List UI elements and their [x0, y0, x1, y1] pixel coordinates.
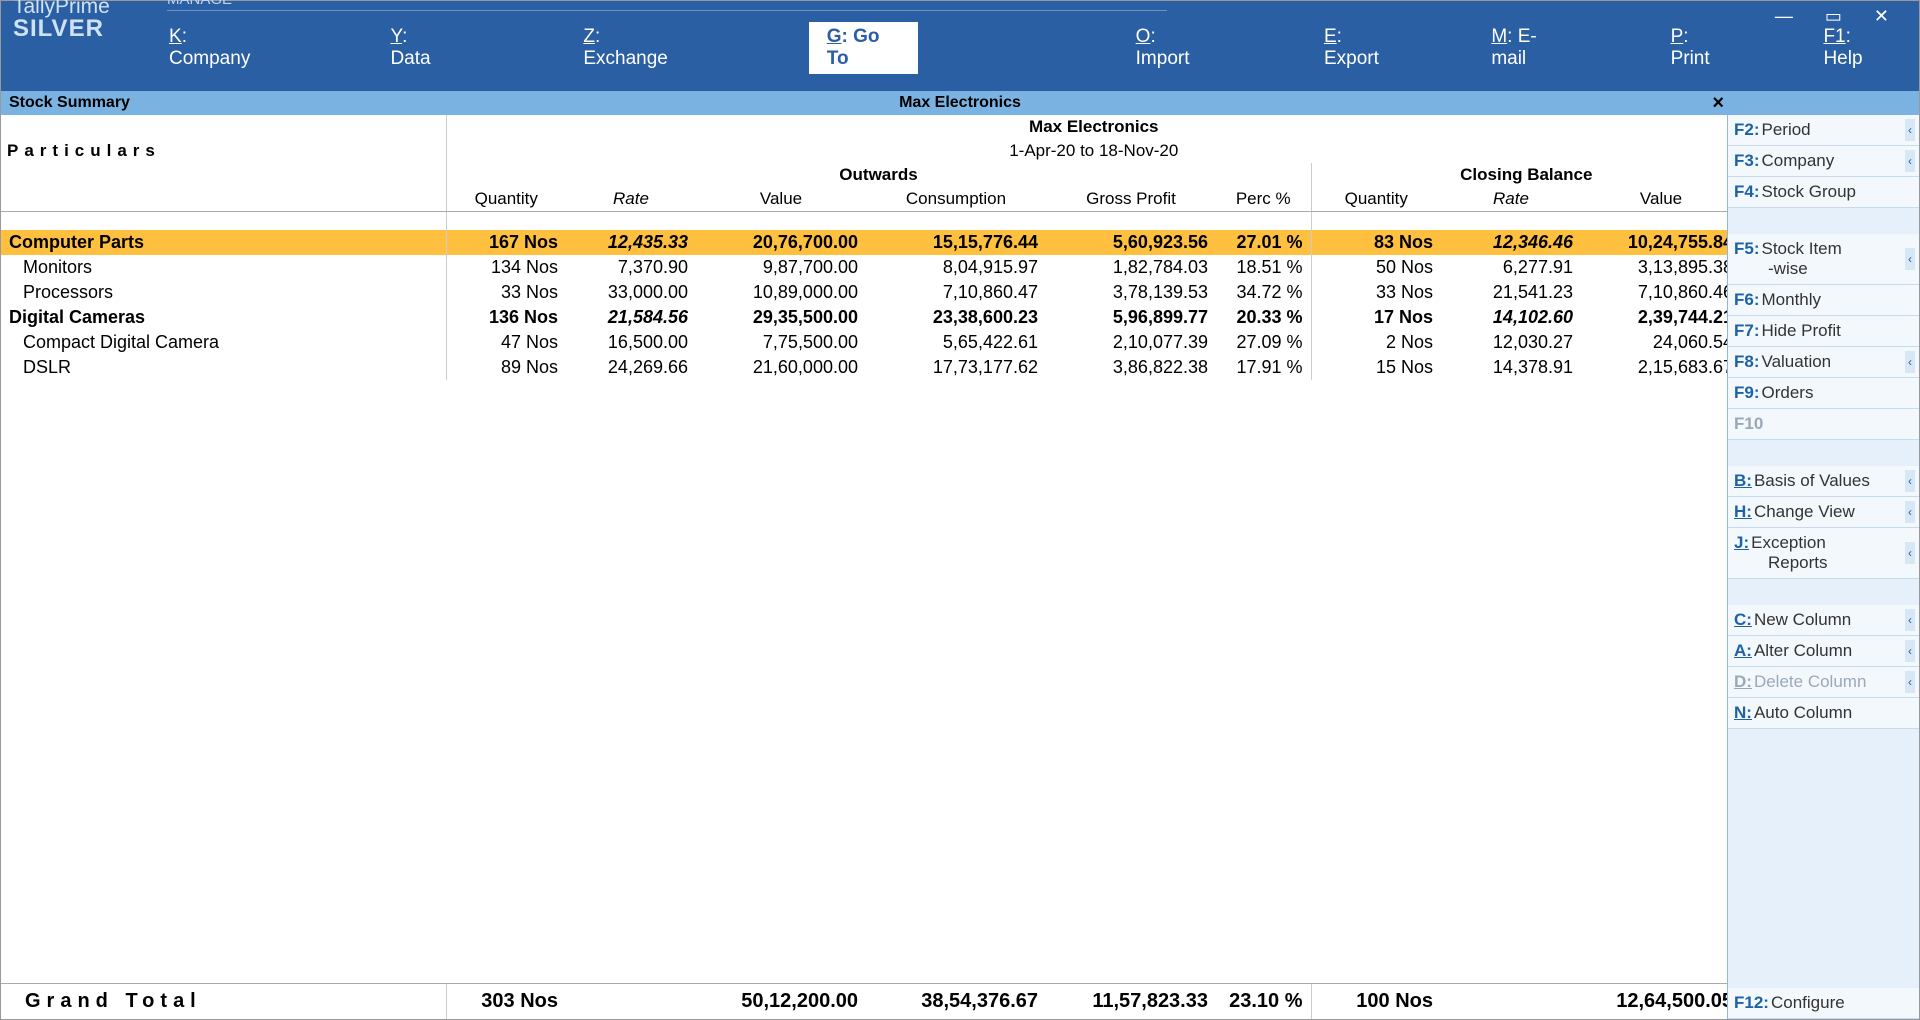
side-hide-profit[interactable]: F7:Hide Profit	[1728, 316, 1919, 347]
col-value2: Value	[1581, 187, 1741, 211]
group-row[interactable]: Digital Cameras136 Nos21,584.5629,35,500…	[1, 305, 1727, 330]
close-report-icon[interactable]: ×	[1712, 92, 1724, 115]
body: Particulars Max Electronics 1-Apr-20 to …	[1, 115, 1919, 1019]
item-row[interactable]: Processors33 Nos33,000.0010,89,000.007,1…	[1, 280, 1727, 305]
item-row[interactable]: DSLR89 Nos24,269.6621,60,000.0017,73,177…	[1, 355, 1727, 380]
chevron-left-icon: ‹	[1905, 248, 1915, 270]
menu-data[interactable]: Y: Data	[372, 22, 465, 74]
side-gap	[1728, 208, 1919, 234]
gt-rate2	[1441, 984, 1581, 1019]
closing-header: Closing Balance	[1311, 163, 1741, 187]
report-area: Particulars Max Electronics 1-Apr-20 to …	[1, 115, 1727, 1019]
grand-total-label: Grand Total	[1, 984, 446, 1019]
menu-export[interactable]: E: Export	[1306, 22, 1413, 74]
particulars-header: Particulars	[1, 115, 446, 187]
side-gap	[1728, 729, 1919, 988]
col-value1: Value	[696, 187, 866, 211]
gt-qty2: 100 Nos	[1311, 984, 1441, 1019]
side-change-view[interactable]: H:Change View‹	[1728, 497, 1919, 528]
col-qty1: Quantity	[446, 187, 566, 211]
menu-company[interactable]: K: Company	[151, 22, 282, 74]
side-period[interactable]: F2:Period‹	[1728, 115, 1919, 146]
side-monthly[interactable]: F6:Monthly	[1728, 285, 1919, 316]
gt-value2: 12,64,500.05	[1581, 984, 1741, 1019]
subheader-center: Max Electronics	[899, 94, 1021, 112]
side-basis-of-values[interactable]: B:Basis of Values‹	[1728, 466, 1919, 497]
item-row[interactable]: Compact Digital Camera47 Nos16,500.007,7…	[1, 330, 1727, 355]
side-delete-column: D:Delete Column‹	[1728, 667, 1919, 698]
minimize-icon[interactable]: —	[1775, 6, 1793, 27]
menu-print[interactable]: P: Print	[1653, 22, 1746, 74]
chevron-left-icon: ‹	[1905, 640, 1915, 662]
app-window: TallyPrime SILVER MANAGE — ▭ ✕ K: Compan…	[0, 0, 1920, 1020]
col-rate1: Rate	[566, 187, 696, 211]
titlebar: TallyPrime SILVER MANAGE — ▭ ✕ K: Compan…	[1, 1, 1919, 91]
report-header: Particulars Max Electronics 1-Apr-20 to …	[1, 115, 1727, 212]
side-panel: F2:Period‹F3:Company‹F4:Stock Group F5:St…	[1727, 115, 1919, 1019]
chevron-left-icon: ‹	[1905, 501, 1915, 523]
col-qty2: Quantity	[1311, 187, 1441, 211]
gt-rate1	[566, 984, 696, 1019]
menu-import[interactable]: O: Import	[1118, 22, 1226, 74]
side-valuation[interactable]: F8:Valuation‹	[1728, 347, 1919, 378]
manage-label[interactable]: MANAGE	[167, 0, 1167, 11]
side-orders[interactable]: F9:Orders	[1728, 378, 1919, 409]
side-gap	[1728, 579, 1919, 605]
chevron-left-icon: ‹	[1905, 150, 1915, 172]
report-data: Computer Parts167 Nos12,435.3320,76,700.…	[1, 212, 1727, 983]
side-auto-column[interactable]: N:Auto Column	[1728, 698, 1919, 729]
menubar: K: CompanyY: DataZ: ExchangeG: Go ToO: I…	[1, 31, 1919, 69]
col-consumption: Consumption	[866, 187, 1046, 211]
side-stock-group[interactable]: F4:Stock Group	[1728, 177, 1919, 208]
side-configure[interactable]: F12:Configure	[1728, 988, 1919, 1019]
chevron-left-icon: ‹	[1905, 351, 1915, 373]
outwards-header: Outwards	[446, 163, 1311, 187]
menu-e-mail[interactable]: M: E-mail	[1473, 22, 1582, 74]
chevron-left-icon: ‹	[1905, 470, 1915, 492]
side-alter-column[interactable]: A:Alter Column‹	[1728, 636, 1919, 667]
side-new-column[interactable]: C:New Column‹	[1728, 605, 1919, 636]
chevron-left-icon: ‹	[1905, 119, 1915, 141]
gt-perc: 23.10 %	[1216, 984, 1311, 1019]
report-footer: Grand Total 303 Nos 50,12,200.00 38,54,3…	[1, 983, 1727, 1019]
item-row[interactable]: Monitors134 Nos7,370.909,87,700.008,04,9…	[1, 255, 1727, 280]
menu-help[interactable]: F1: Help	[1805, 22, 1907, 74]
chevron-left-icon: ‹	[1905, 671, 1915, 693]
col-gross-profit: Gross Profit	[1046, 187, 1216, 211]
side-stock-item[interactable]: F5:Stock Item-wise‹	[1728, 234, 1919, 285]
col-perc: Perc %	[1216, 187, 1311, 211]
side-company[interactable]: F3:Company‹	[1728, 146, 1919, 177]
chevron-left-icon: ‹	[1905, 609, 1915, 631]
side-exception[interactable]: J:ExceptionReports‹	[1728, 528, 1919, 579]
side-gap	[1728, 440, 1919, 466]
menu-go-to[interactable]: G: Go To	[809, 22, 918, 74]
chevron-left-icon: ‹	[1905, 542, 1915, 564]
gt-qty1: 303 Nos	[446, 984, 566, 1019]
group-row[interactable]: Computer Parts167 Nos12,435.3320,76,700.…	[1, 230, 1727, 255]
company-title: Max Electronics	[446, 115, 1741, 139]
gt-cons: 38,54,376.67	[866, 984, 1046, 1019]
menu-exchange[interactable]: Z: Exchange	[565, 22, 698, 74]
gt-gp: 11,57,823.33	[1046, 984, 1216, 1019]
gt-value1: 50,12,200.00	[696, 984, 866, 1019]
subheader-left: Stock Summary	[1, 94, 130, 112]
side-f10: F10	[1728, 409, 1919, 440]
col-rate2: Rate	[1441, 187, 1581, 211]
subheader: Stock Summary Max Electronics ×	[1, 91, 1919, 115]
period-label: 1-Apr-20 to 18-Nov-20	[446, 139, 1741, 163]
